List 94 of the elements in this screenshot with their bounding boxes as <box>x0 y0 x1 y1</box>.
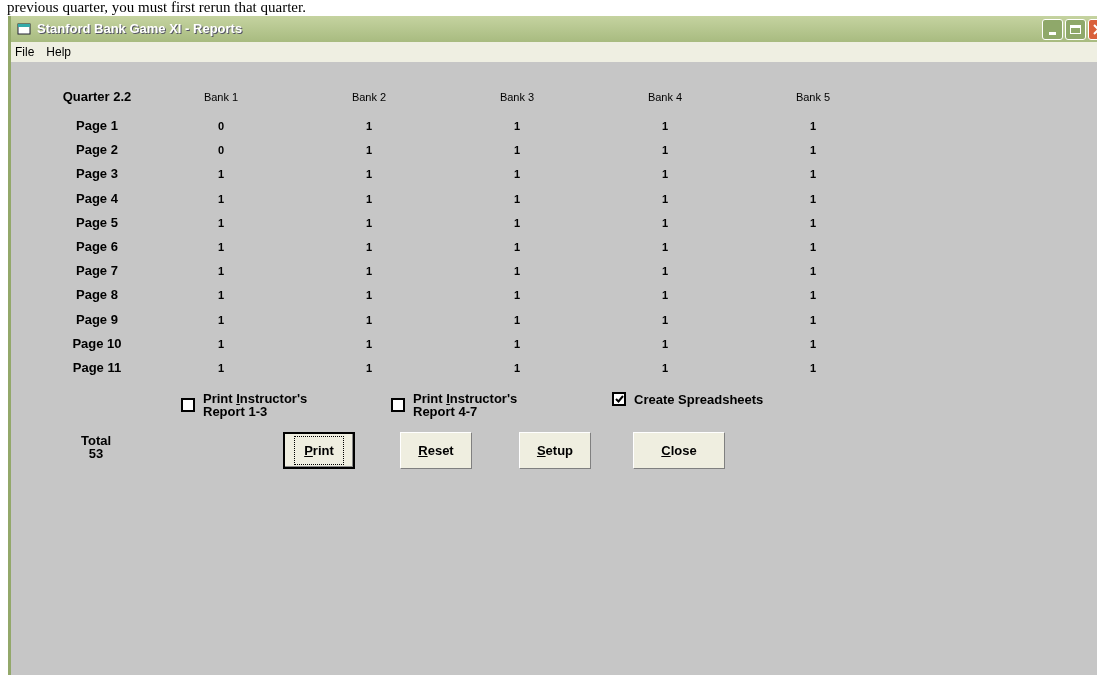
table-cell-text: 1 <box>512 360 522 376</box>
table-cell-text: 1 <box>216 167 226 183</box>
row-label: Page 4 <box>75 189 119 208</box>
row-label: Page 7 <box>75 262 119 281</box>
column-header: Bank 4 <box>646 90 684 105</box>
table-cell-text: 1 <box>808 191 818 207</box>
maximize-icon <box>1070 24 1081 34</box>
column-header: Bank 5 <box>794 90 832 105</box>
row-label: Page 3 <box>75 165 119 184</box>
table-cell-text: 1 <box>512 191 522 207</box>
table-cell-text: 1 <box>512 119 522 134</box>
table-cell-text: 0 <box>216 143 226 159</box>
table-cell-text: 1 <box>808 167 818 183</box>
table-cell-text: 1 <box>808 336 818 352</box>
checkbox-label[interactable]: Print Instructor's Report 1-3 <box>203 392 308 419</box>
checkbox[interactable] <box>391 398 405 413</box>
table-cell-text: 1 <box>660 264 670 280</box>
table-cell-text: 1 <box>216 288 226 304</box>
table-cell-text: 1 <box>512 264 522 280</box>
table-cell-text: 1 <box>216 239 226 255</box>
minimize-icon <box>1049 31 1056 35</box>
dialog-button[interactable]: Close <box>633 432 725 470</box>
row-label: Page 1 <box>75 117 119 135</box>
table-cell-text: 1 <box>808 215 818 231</box>
row-label: Page 11 <box>71 358 123 377</box>
table-cell-text: 1 <box>808 288 818 304</box>
checkbox-label[interactable]: Print Instructor's Report 4-7 <box>413 392 518 419</box>
table-cell-text: 1 <box>364 119 374 134</box>
table-cell-text: 1 <box>364 288 374 304</box>
window-icon <box>17 23 31 35</box>
table-cell-text: 1 <box>808 264 818 280</box>
row-label: Page 2 <box>75 141 119 160</box>
table-cell-text: 1 <box>660 167 670 183</box>
table-cell-text: 1 <box>660 215 670 231</box>
table-cell-text: 1 <box>364 264 374 280</box>
table-cell-text: 1 <box>660 239 670 255</box>
checkbox[interactable] <box>181 398 195 413</box>
row-label: Page 10 <box>71 334 123 353</box>
document-text: previous quarter, you must first rerun that quarter. <box>7 0 306 15</box>
row-label: Page 6 <box>75 237 119 256</box>
table-cell-text: 1 <box>364 191 374 207</box>
table-cell-text: 1 <box>216 336 226 352</box>
table-cell-text: 1 <box>808 143 818 159</box>
row-label: Page 9 <box>75 310 119 329</box>
table-cell-text: 1 <box>512 215 522 231</box>
total-label: Total <box>81 434 112 448</box>
table-cell-text: 1 <box>660 143 670 159</box>
row-label: Page 8 <box>75 286 119 305</box>
column-header: Bank 3 <box>498 90 536 105</box>
table-cell-text: 1 <box>364 312 374 328</box>
total-value: 53 <box>87 447 105 461</box>
table-cell-text: 1 <box>512 143 522 159</box>
column-header: Bank 2 <box>350 90 388 105</box>
table-cell-text: 1 <box>660 191 670 207</box>
dialog-button[interactable]: Reset <box>400 432 472 470</box>
minimize-button[interactable] <box>1042 18 1063 40</box>
maximize-button[interactable] <box>1065 18 1086 40</box>
table-cell-text: 1 <box>808 360 818 376</box>
table-cell-text: 1 <box>364 239 374 255</box>
table-cell-text: 1 <box>216 360 226 376</box>
table-cell-text: 1 <box>808 239 818 255</box>
column-header: Bank 1 <box>202 90 240 105</box>
menu-item[interactable]: File <box>14 43 36 61</box>
table-cell-text: 1 <box>364 360 374 376</box>
checkbox-label[interactable]: Create Spreadsheets <box>634 392 764 406</box>
table-cell-text: 1 <box>512 239 522 255</box>
table-cell-text: 1 <box>216 264 226 280</box>
table-cell-text: 1 <box>660 312 670 328</box>
table-cell-text: 1 <box>808 119 818 134</box>
table-cell-text: 1 <box>808 312 818 328</box>
checkmark-icon <box>614 395 624 404</box>
menu-item[interactable]: Help <box>45 43 73 61</box>
row-label: Page 5 <box>75 213 119 232</box>
table-cell-text: 1 <box>364 336 374 352</box>
table-cell-text: 1 <box>512 312 522 328</box>
dialog-button[interactable]: Print <box>283 432 355 470</box>
table-cell-text: 1 <box>660 360 670 376</box>
table-cell-text: 1 <box>512 167 522 183</box>
table-cell-text: 1 <box>660 119 670 134</box>
table-cell-text: 1 <box>216 191 226 207</box>
table-cell-text: 1 <box>512 288 522 304</box>
table-cell-text: 1 <box>364 143 374 159</box>
window-title: Stanford Bank Game XI - Reports <box>37 20 243 39</box>
dialog-button[interactable]: Setup <box>519 432 591 470</box>
table-cell-text: 1 <box>364 215 374 231</box>
table-cell-text: 1 <box>216 215 226 231</box>
checkbox[interactable] <box>612 392 626 407</box>
table-cell-text: 1 <box>660 336 670 352</box>
table-cell-text: 1 <box>660 288 670 304</box>
table-cell-text: 0 <box>216 119 226 134</box>
table-cell-text: 1 <box>512 336 522 352</box>
quarter-label: Quarter 2.2 <box>61 88 133 106</box>
table-cell-text: 1 <box>216 312 226 328</box>
table-cell-text: 1 <box>364 167 374 183</box>
